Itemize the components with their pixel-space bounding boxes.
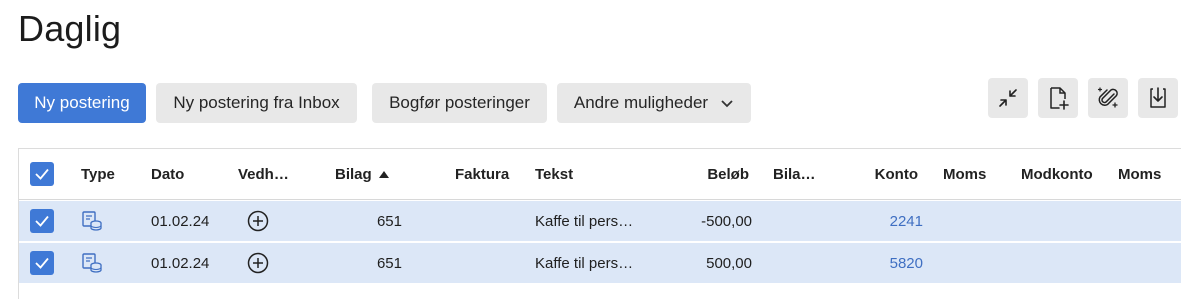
select-all-checkbox[interactable]	[30, 149, 54, 199]
checkmark-icon	[35, 257, 49, 269]
column-header-voucher2[interactable]: Bila…	[773, 149, 816, 199]
column-header-type[interactable]: Type	[81, 149, 115, 199]
column-header-vat[interactable]: Moms	[943, 149, 986, 199]
column-header-voucher-label: Bilag	[335, 165, 372, 183]
post-entries-button[interactable]: Bogfør posteringer	[372, 83, 547, 123]
download-button[interactable]	[1138, 78, 1178, 118]
column-header-invoice[interactable]: Faktura	[455, 149, 509, 199]
download-icon	[1150, 87, 1166, 108]
row-voucher: 651	[376, 254, 402, 272]
row-amount: 500,00	[706, 254, 752, 272]
row-voucher: 651	[376, 212, 402, 230]
checkmark-icon	[35, 168, 49, 180]
post-entries-label: Bogfør posteringer	[389, 93, 530, 112]
column-header-amount[interactable]: Beløb	[659, 149, 749, 199]
new-entry-label: Ny postering	[34, 93, 130, 112]
entry-type-icon	[81, 201, 103, 241]
chevron-down-icon	[721, 100, 733, 108]
column-header-attachment[interactable]: Vedh…	[238, 149, 289, 199]
new-document-button[interactable]	[1038, 78, 1078, 118]
row-text: Kaffe til pers…	[535, 212, 634, 230]
collapse-icon	[999, 89, 1017, 107]
add-attachment-icon[interactable]	[247, 201, 269, 241]
row-checkbox[interactable]	[30, 201, 54, 241]
new-entry-from-inbox-label: Ny postering fra Inbox	[173, 93, 340, 112]
magic-attach-icon	[1097, 87, 1118, 108]
column-header-vat2[interactable]: Moms	[1118, 149, 1161, 199]
more-options-label: Andre muligheder	[573, 93, 709, 112]
table-row[interactable]: 01.02.24 651 Kaffe til pers… 500,00 5820	[19, 243, 1181, 284]
column-header-voucher[interactable]: Bilag	[335, 149, 390, 199]
row-account-link[interactable]: 2241	[839, 201, 923, 241]
magic-attach-button[interactable]	[1088, 78, 1128, 118]
collapse-button[interactable]	[988, 78, 1028, 118]
sort-ascending-icon	[378, 171, 389, 178]
new-document-icon	[1050, 87, 1069, 110]
postings-table: Type Dato Vedh… Bilag Faktura Tekst Belø…	[18, 148, 1181, 299]
table-header-row: Type Dato Vedh… Bilag Faktura Tekst Belø…	[19, 149, 1181, 200]
row-date: 01.02.24	[151, 212, 210, 230]
checkmark-icon	[35, 215, 49, 227]
table-row[interactable]: 01.02.24 651 Kaffe til pers… -500,00 224…	[19, 201, 1181, 242]
column-header-account[interactable]: Konto	[839, 149, 918, 199]
new-entry-button[interactable]: Ny postering	[18, 83, 146, 123]
column-header-date[interactable]: Dato	[151, 149, 184, 199]
row-checkbox[interactable]	[30, 243, 54, 283]
row-account-link[interactable]: 5820	[839, 243, 923, 283]
row-amount: -500,00	[701, 212, 752, 230]
column-header-text[interactable]: Tekst	[535, 149, 573, 199]
new-entry-from-inbox-button[interactable]: Ny postering fra Inbox	[156, 83, 357, 123]
entry-type-icon	[81, 243, 103, 283]
row-date: 01.02.24	[151, 254, 210, 272]
column-header-counter-account[interactable]: Modkonto	[1021, 149, 1093, 199]
page-title: Daglig	[18, 8, 122, 49]
more-options-dropdown[interactable]: Andre muligheder	[557, 83, 751, 123]
add-attachment-icon[interactable]	[247, 243, 269, 283]
row-text: Kaffe til pers…	[535, 254, 634, 272]
